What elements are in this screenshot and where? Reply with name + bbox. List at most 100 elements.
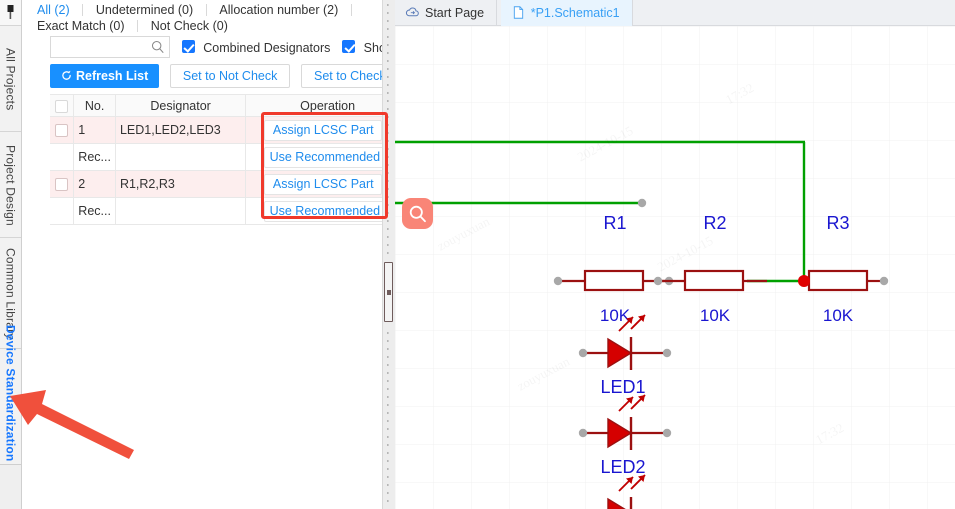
- show-recommended-checkbox[interactable]: Show Recommended: [342, 39, 382, 55]
- refresh-list-label: Refresh List: [76, 69, 149, 83]
- pin-button[interactable]: [0, 0, 21, 26]
- filter-exact-match[interactable]: Exact Match (0): [28, 18, 134, 34]
- row-select-cell: [50, 143, 75, 171]
- table-header-row: No. Designator Operation: [50, 94, 382, 117]
- refresh-icon: [62, 70, 71, 80]
- row-select-cell: [50, 197, 75, 225]
- schematic-drawing: R1 10K R2 10K R3 10K LED1 LED2: [395, 140, 889, 509]
- sidebar-item-device-standardization[interactable]: Device Standardization: [0, 318, 21, 468]
- header-designator: Designator: [115, 94, 247, 117]
- net-junction: [798, 275, 810, 287]
- row-no: Rec...: [73, 143, 116, 171]
- row-designator: [115, 143, 247, 171]
- editor-tabbar: Start Page *P1.Schematic1: [395, 0, 955, 26]
- filter-row-2: Exact Match (0) Not Check (0): [28, 18, 382, 34]
- table-row[interactable]: Rec... Use Recommended I: [50, 143, 382, 171]
- sidebar-item-all-projects[interactable]: All Projects: [0, 27, 21, 132]
- select-all-header[interactable]: [50, 94, 75, 117]
- filter-undetermined[interactable]: Undetermined (0): [87, 2, 202, 18]
- component-ref-r3: R3: [826, 213, 849, 233]
- search-icon: [151, 40, 164, 54]
- magnifier-badge[interactable]: [402, 198, 433, 229]
- net-wires[interactable]: [395, 140, 806, 283]
- tab-p1-schematic1[interactable]: *P1.Schematic1: [500, 0, 633, 26]
- table-row[interactable]: 2 R1,R2,R3 Assign LCSC Part..: [50, 170, 382, 198]
- editor-area: Start Page *P1.Schematic1 zouyu: [395, 0, 955, 509]
- tab-label: Start Page: [425, 6, 485, 20]
- tab-label: *P1.Schematic1: [530, 6, 620, 20]
- filter-allocation-number[interactable]: Allocation number (2): [210, 2, 347, 18]
- row-checkbox[interactable]: [55, 124, 69, 138]
- component-value-r1: 10K: [600, 306, 631, 325]
- table-row[interactable]: 1 LED1,LED2,LED3 Assign LCSC Part..: [50, 116, 382, 144]
- component-ref-r2: R2: [703, 213, 726, 233]
- app-window: All Projects Project Design Common Libra…: [0, 0, 955, 509]
- component-value-r2: 10K: [700, 306, 731, 325]
- set-to-not-check-button[interactable]: Set to Not Check: [169, 64, 291, 88]
- row-select-cell[interactable]: [50, 170, 75, 198]
- component-r2[interactable]: R2 10K: [653, 213, 767, 325]
- filter-all[interactable]: All (2): [28, 2, 79, 18]
- file-icon: [513, 6, 523, 19]
- header-operation: Operation: [245, 94, 382, 117]
- component-r3[interactable]: R3 10K: [807, 213, 889, 325]
- search-input-wrap[interactable]: [50, 36, 170, 58]
- assign-lcsc-part-button[interactable]: Assign LCSC Part: [264, 173, 382, 195]
- checkbox-label: Combined Designators: [203, 40, 331, 55]
- search-row: Combined Designators Show Recommended: [50, 36, 382, 58]
- row-select-cell[interactable]: [50, 116, 75, 144]
- sidebar-item-label: Project Design: [3, 144, 18, 226]
- refresh-list-button[interactable]: Refresh List: [50, 64, 160, 88]
- splitter-handle[interactable]: [384, 262, 393, 322]
- row-no: Rec...: [73, 197, 116, 225]
- component-ref-r1: R1: [603, 213, 626, 233]
- cloud-icon: [405, 7, 419, 17]
- assign-lcsc-part-button[interactable]: Assign LCSC Part: [264, 119, 382, 141]
- row-checkbox[interactable]: [55, 178, 69, 192]
- checkbox-checked-icon: [342, 40, 356, 54]
- left-rail: All Projects Project Design Common Libra…: [0, 0, 22, 509]
- splitter-dots: [387, 4, 389, 502]
- designator-table: No. Designator Operation 1 LED1,LED2,LED…: [50, 94, 382, 225]
- combined-designators-checkbox[interactable]: Combined Designators: [181, 39, 331, 55]
- row-operation-cell: Assign LCSC Part..: [245, 116, 382, 144]
- component-led1[interactable]: LED1: [578, 314, 672, 397]
- select-all-checkbox[interactable]: [55, 99, 69, 113]
- magnifier-icon: [409, 205, 426, 222]
- divider: [350, 4, 352, 16]
- filter-not-check[interactable]: Not Check (0): [142, 18, 237, 34]
- use-recommended-button[interactable]: Use Recommended I: [263, 146, 382, 168]
- sidebar-item-label: All Projects: [3, 47, 18, 111]
- pin-icon: [7, 5, 14, 19]
- use-recommended-button[interactable]: Use Recommended I: [263, 200, 382, 222]
- divider: [82, 4, 84, 16]
- component-r1[interactable]: R1 10K: [553, 213, 674, 325]
- device-standardization-panel: All (2) Undetermined (0) Allocation numb…: [22, 0, 383, 509]
- row-designator[interactable]: LED1,LED2,LED3: [115, 116, 247, 144]
- row-no: 1: [73, 116, 116, 144]
- tab-start-page[interactable]: Start Page: [395, 0, 498, 26]
- sidebar-item-label: Device Standardization: [3, 324, 18, 462]
- search-input[interactable]: [51, 37, 149, 57]
- sidebar-item-project-design[interactable]: Project Design: [0, 133, 21, 238]
- filter-row-1: All (2) Undetermined (0) Allocation numb…: [28, 2, 382, 18]
- schematic-canvas[interactable]: zouyuxuan 2024-10-15 17:32 zouyuxuan 202…: [395, 26, 955, 509]
- panel-splitter[interactable]: [383, 0, 395, 509]
- component-value-r3: 10K: [823, 306, 854, 325]
- row-designator: [115, 197, 247, 225]
- row-no: 2: [73, 170, 116, 198]
- component-led3[interactable]: [607, 474, 646, 509]
- divider: [137, 20, 139, 32]
- component-ref-led1: LED1: [600, 377, 645, 397]
- row-operation-cell: Use Recommended I: [245, 143, 382, 171]
- set-to-check-button[interactable]: Set to Check: [301, 64, 382, 88]
- action-button-row: Refresh List Set to Not Check Set to Che…: [50, 64, 382, 88]
- row-operation-cell: Assign LCSC Part..: [245, 170, 382, 198]
- row-designator[interactable]: R1,R2,R3: [115, 170, 247, 198]
- checkbox-checked-icon: [181, 40, 195, 54]
- row-operation-cell: Use Recommended I: [245, 197, 382, 225]
- component-led2[interactable]: LED2: [578, 394, 672, 477]
- header-no: No.: [73, 94, 116, 117]
- table-row[interactable]: Rec... Use Recommended I: [50, 197, 382, 225]
- divider: [205, 4, 207, 16]
